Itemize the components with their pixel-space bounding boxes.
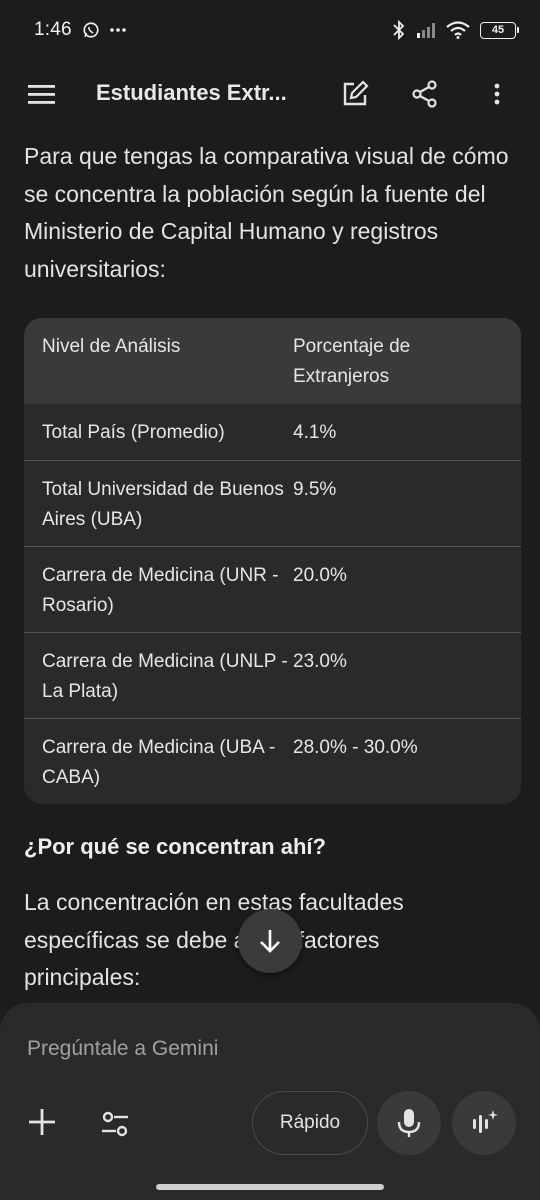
table-header-level: Nivel de Análisis [42,336,181,357]
live-icon [473,1110,498,1133]
model-selector-button[interactable]: Rápido [252,1091,368,1155]
table-cell-level: Total País (Promedio) [42,422,225,443]
tools-button[interactable] [98,1107,132,1141]
table-cell-level: Carrera de Medicina (UNLP - La Plata) [42,651,288,702]
table-cell-percent: 28.0% - 30.0% [293,737,418,758]
battery-icon: 45 [480,21,519,39]
menu-button[interactable] [26,80,58,108]
model-label: Rápido [279,1112,341,1133]
more-options-button[interactable] [484,79,510,114]
table-row: Carrera de Medicina (UBA - CABA) 28.0% -… [24,718,521,804]
plus-icon [29,1109,55,1135]
status-right: 45 [392,20,519,40]
mic-icon [397,1109,421,1137]
microphone-button[interactable] [377,1091,441,1155]
share-button[interactable] [410,79,440,114]
chat-content: Para que tengas la comparativa visual de… [24,138,521,997]
tools-icon [102,1111,128,1137]
status-left: 1:46 [34,19,126,41]
arrow-down-icon [260,930,280,953]
table-cell-percent: 23.0% [293,651,347,672]
chat-title[interactable]: Estudiantes Extr... [96,80,306,106]
table-cell-level: Total Universidad de Buenos Aires (UBA) [42,479,284,530]
composer: Rápido [0,1003,540,1200]
add-attachment-button[interactable] [25,1105,59,1139]
comparison-table: Nivel de Análisis Porcentaje de Extranje… [24,318,521,804]
whatsapp-icon [82,21,100,39]
share-icon [412,80,437,108]
edit-icon [343,80,369,106]
wifi-icon [446,21,470,39]
edit-button[interactable] [340,79,370,114]
home-indicator[interactable] [156,1184,384,1190]
status-bar: 1:46 45 [0,0,540,60]
menu-icon [28,85,55,104]
intro-paragraph: Para que tengas la comparativa visual de… [24,143,509,282]
app-bar: Estudiantes Extr... [0,62,540,126]
table-cell-percent: 9.5% [293,479,337,500]
more-vert-icon [494,83,500,105]
section-heading: ¿Por qué se concentran ahí? [24,834,326,859]
live-button[interactable] [452,1091,516,1155]
table-cell-level: Carrera de Medicina (UNR - Rosario) [42,565,279,616]
bluetooth-icon [392,20,406,40]
table-row: Carrera de Medicina (UNR - Rosario) 20.0… [24,546,521,632]
table-header-row: Nivel de Análisis Porcentaje de Extranje… [24,318,521,404]
table-row: Total País (Promedio) 4.1% [24,404,521,460]
more-notifications-icon [109,27,126,33]
prompt-input[interactable] [27,1037,507,1061]
table-header-percent: Porcentaje de Extranjeros [293,336,411,387]
signal-icon [416,22,436,38]
status-time: 1:46 [34,19,72,40]
scroll-to-bottom-button[interactable] [238,909,302,973]
table-cell-level: Carrera de Medicina (UBA - CABA) [42,737,276,788]
table-row: Carrera de Medicina (UNLP - La Plata) 23… [24,632,521,718]
screen: 1:46 45 Estudiantes Extr... Para que ten… [0,0,540,1200]
table-cell-percent: 20.0% [293,565,347,586]
table-row: Total Universidad de Buenos Aires (UBA) … [24,460,521,546]
table-cell-percent: 4.1% [293,422,337,443]
